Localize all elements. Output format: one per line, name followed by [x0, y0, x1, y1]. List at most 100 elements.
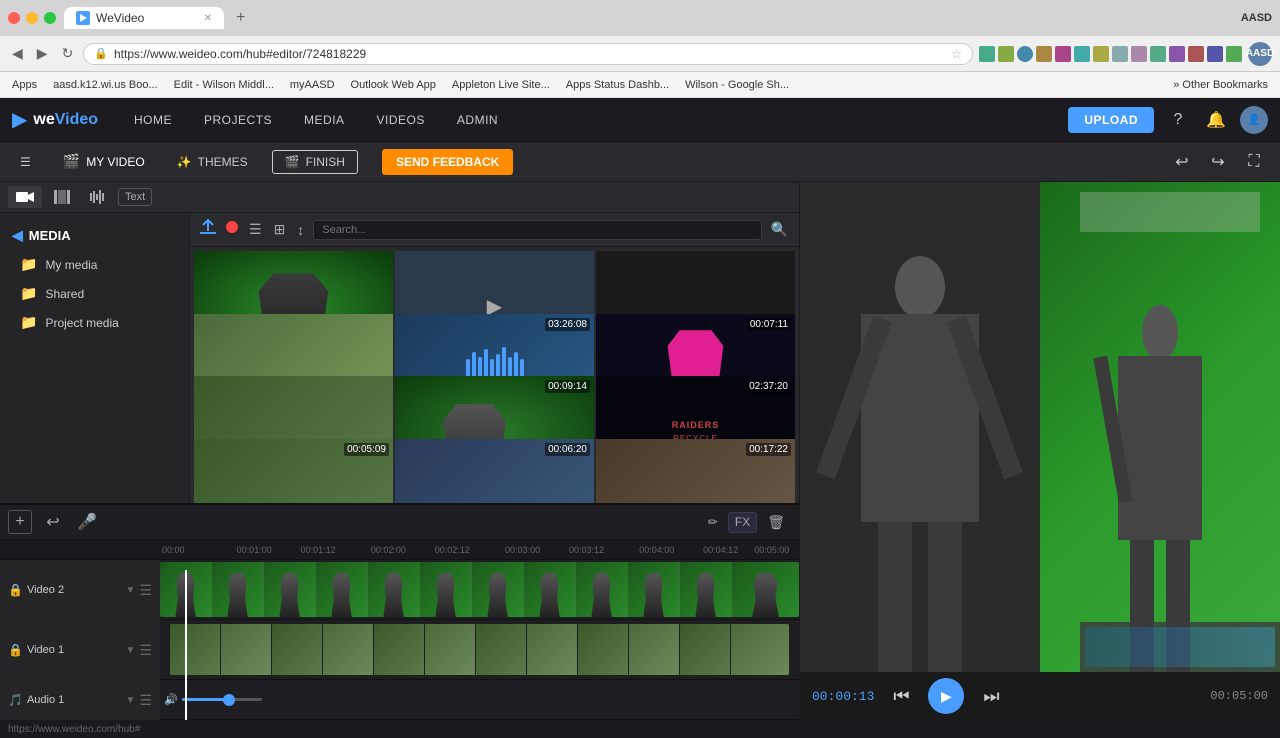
ext-icon-14[interactable]	[1226, 46, 1242, 62]
ext-icon-6[interactable]	[1074, 46, 1090, 62]
track-menu-icon-3[interactable]: ☰	[139, 692, 152, 709]
ext-icon-10[interactable]	[1150, 46, 1166, 62]
tab-title: WeVideo	[96, 11, 144, 25]
bookmark-apps-status[interactable]: Apps Status Dashb...	[562, 77, 673, 93]
volume-icon: 🔊	[164, 693, 178, 706]
sidebar-shared[interactable]: 📁 Shared	[0, 279, 189, 308]
bookmark-apps[interactable]: Apps	[8, 77, 41, 93]
nav-media[interactable]: MEDIA	[288, 98, 361, 142]
media-filter-btn[interactable]: ⊞	[271, 218, 289, 241]
maximize-window-btn[interactable]	[44, 12, 56, 24]
back-btn[interactable]: ◀	[8, 43, 27, 64]
notifications-btn[interactable]: 🔔	[1202, 106, 1230, 134]
fx-btn[interactable]: FX	[728, 512, 757, 533]
track-expand-icon[interactable]: ▼	[126, 585, 136, 596]
ext-icon-2[interactable]	[998, 46, 1014, 62]
browser-profile-icon[interactable]: AASD	[1248, 42, 1272, 66]
bookmark-outlook[interactable]: Outlook Web App	[347, 77, 440, 93]
sidebar-mymedia[interactable]: 📁 My media	[0, 250, 189, 279]
sidebar-projectmedia[interactable]: 📁 Project media	[0, 308, 189, 337]
media-type-video-btn[interactable]	[8, 186, 42, 208]
media-search-input[interactable]	[313, 220, 761, 240]
ext-icon-13[interactable]	[1207, 46, 1223, 62]
ext-icon-9[interactable]	[1131, 46, 1147, 62]
media-item[interactable]: 00:05:09	[194, 439, 393, 504]
media-type-audio-btn[interactable]	[82, 186, 114, 208]
ext-icon-1[interactable]	[979, 46, 995, 62]
media-upload-btn[interactable]	[198, 217, 218, 242]
browser-tab[interactable]: WeVideo ✕	[64, 7, 224, 29]
track-content-video1[interactable]	[160, 620, 799, 680]
media-search-btn[interactable]: 🔍	[768, 218, 791, 241]
timeline-mic-btn[interactable]: 🎤	[74, 509, 100, 535]
bookmark-appleton[interactable]: Appleton Live Site...	[448, 77, 554, 93]
media-type-strip-btn[interactable]	[46, 186, 78, 208]
media-item[interactable]: 00:17:22	[596, 439, 795, 504]
media-item[interactable]: 00:06:20	[395, 439, 594, 504]
nav-admin[interactable]: ADMIN	[441, 98, 514, 142]
skip-back-btn[interactable]: ⏮	[886, 681, 916, 711]
bookmark-aasd[interactable]: aasd.k12.wi.us Boo...	[49, 77, 162, 93]
finish-btn[interactable]: 🎬 FINISH	[272, 150, 358, 174]
media-sort-btn[interactable]: ↕	[294, 219, 307, 241]
upload-btn[interactable]: UPLOAD	[1068, 107, 1154, 133]
track-expand-icon-3[interactable]: ▼	[126, 695, 136, 706]
bookmark-edit[interactable]: Edit - Wilson Middl...	[170, 77, 278, 93]
close-window-btn[interactable]	[8, 12, 20, 24]
media-label: MEDIA	[29, 228, 71, 243]
subnav-hamburger[interactable]: ☰	[12, 151, 39, 173]
timeline-undo-btn[interactable]: ↩	[40, 509, 66, 535]
play-btn[interactable]: ▶	[928, 678, 964, 714]
redo-btn[interactable]: ↪	[1204, 148, 1232, 176]
track-expand-icon-2[interactable]: ▼	[126, 645, 136, 656]
nav-videos[interactable]: VIDEOS	[361, 98, 441, 142]
ext-icon-5[interactable]	[1055, 46, 1071, 62]
undo-btn[interactable]: ↩	[1168, 148, 1196, 176]
media-header[interactable]: ◀ MEDIA	[0, 221, 189, 250]
media-type-text-btn[interactable]: Text	[118, 188, 152, 206]
bookmark-myaasd[interactable]: myAASD	[286, 77, 339, 93]
forward-btn[interactable]: ▶	[33, 43, 52, 64]
tracks-content-area: 00:00 00:01:00 00:01:12 00:02:00 00:02:1…	[160, 540, 799, 720]
bookmark-other[interactable]: » Other Bookmarks	[1169, 77, 1272, 93]
ext-icon-8[interactable]	[1112, 46, 1128, 62]
ext-icon-12[interactable]	[1188, 46, 1204, 62]
tab-close-btn[interactable]: ✕	[204, 13, 212, 24]
ext-icon-11[interactable]	[1169, 46, 1185, 62]
media-list-view-btn[interactable]: ☰	[246, 218, 265, 241]
bookmark-star-icon[interactable]: ☆	[951, 47, 962, 61]
refresh-btn[interactable]: ↻	[58, 43, 78, 64]
track-content-video2[interactable]	[160, 560, 799, 620]
media-grid-toolbar: ☰ ⊞ ↕ 🔍	[190, 213, 799, 247]
fullscreen-btn[interactable]: ⛶	[1240, 148, 1268, 176]
clip-frame	[628, 562, 680, 617]
track-menu-icon[interactable]: ☰	[139, 582, 152, 599]
bookmark-wilson[interactable]: Wilson - Google Sh...	[681, 77, 793, 93]
skip-fwd-btn[interactable]: ⏭	[976, 681, 1006, 711]
media-record-btn[interactable]	[224, 219, 240, 240]
timeline-add-btn[interactable]: +	[8, 510, 32, 534]
send-feedback-btn[interactable]: SEND FEEDBACK	[382, 149, 513, 175]
ext-icon-4[interactable]	[1036, 46, 1052, 62]
app-subnav: ☰ 🎬 MY VIDEO ✨ THEMES 🎬 FINISH SEND FEED…	[0, 142, 1280, 182]
address-bar[interactable]: 🔒 https://www.weideo.com/hub#editor/7248…	[83, 43, 973, 65]
clip-frame	[680, 562, 732, 617]
delete-clip-btn[interactable]: 🗑	[761, 512, 791, 533]
ext-icon-3[interactable]	[1017, 46, 1033, 62]
new-tab-btn[interactable]: +	[232, 9, 249, 27]
subnav-themes[interactable]: ✨ THEMES	[169, 151, 256, 173]
user-avatar[interactable]: 👤	[1240, 106, 1268, 134]
clip-frame	[212, 562, 264, 617]
media-item-duration: 00:05:09	[344, 443, 389, 456]
media-item-duration: 03:26:08	[545, 318, 590, 331]
nav-home[interactable]: HOME	[118, 98, 188, 142]
nav-projects[interactable]: PROJECTS	[188, 98, 288, 142]
track-header-video2: 🔒 Video 2 ▼ ☰	[0, 560, 160, 620]
ext-icon-7[interactable]	[1093, 46, 1109, 62]
pencil-tool-btn[interactable]: ✏	[702, 512, 724, 533]
track-menu-icon-2[interactable]: ☰	[139, 642, 152, 659]
minimize-window-btn[interactable]	[26, 12, 38, 24]
subnav-myvideo[interactable]: 🎬 MY VIDEO	[55, 149, 153, 174]
help-btn[interactable]: ?	[1164, 106, 1192, 134]
volume-slider[interactable]	[182, 698, 262, 701]
